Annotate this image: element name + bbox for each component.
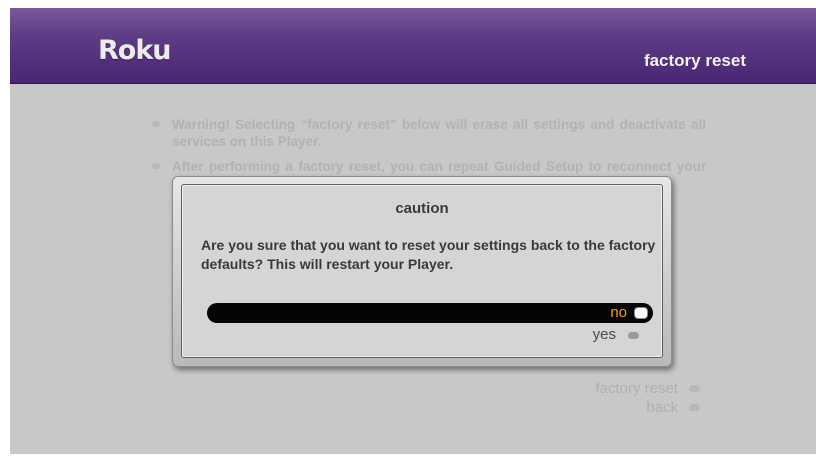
bullet-icon [152, 121, 160, 127]
option-yes-button[interactable]: yes [593, 326, 642, 343]
option-label: yes [592, 326, 616, 343]
menu-item-label: back [646, 399, 678, 416]
menu-item-label: factory reset [595, 380, 678, 397]
option-label: no [610, 304, 627, 321]
selected-dot-icon [634, 307, 648, 319]
dialog-message: Are you sure that you want to reset your… [201, 237, 656, 272]
dialog-title: caution [395, 200, 449, 217]
bullet-icon [152, 163, 160, 169]
menu-item-back[interactable]: back [595, 398, 700, 417]
option-no-button[interactable]: no [207, 303, 653, 323]
tv-screen: Roku factory reset Warning! Selecting “f… [10, 8, 816, 454]
menu-item-factory-reset[interactable]: factory reset [595, 379, 700, 398]
info-item: Warning! Selecting “factory reset” below… [152, 116, 706, 150]
header-bar: Roku factory reset [10, 8, 816, 84]
menu-dot-icon [689, 404, 700, 411]
menu-dot-icon [689, 385, 700, 392]
roku-logo: Roku [98, 35, 172, 66]
caution-dialog: caution Are you sure that you want to re… [172, 176, 672, 367]
dialog-panel: caution Are you sure that you want to re… [181, 184, 663, 358]
background-menu: factory reset back [595, 379, 700, 417]
unselected-dot-icon [628, 332, 639, 339]
page-title: factory reset [643, 51, 746, 70]
info-text: Warning! Selecting “factory reset” below… [172, 117, 706, 149]
